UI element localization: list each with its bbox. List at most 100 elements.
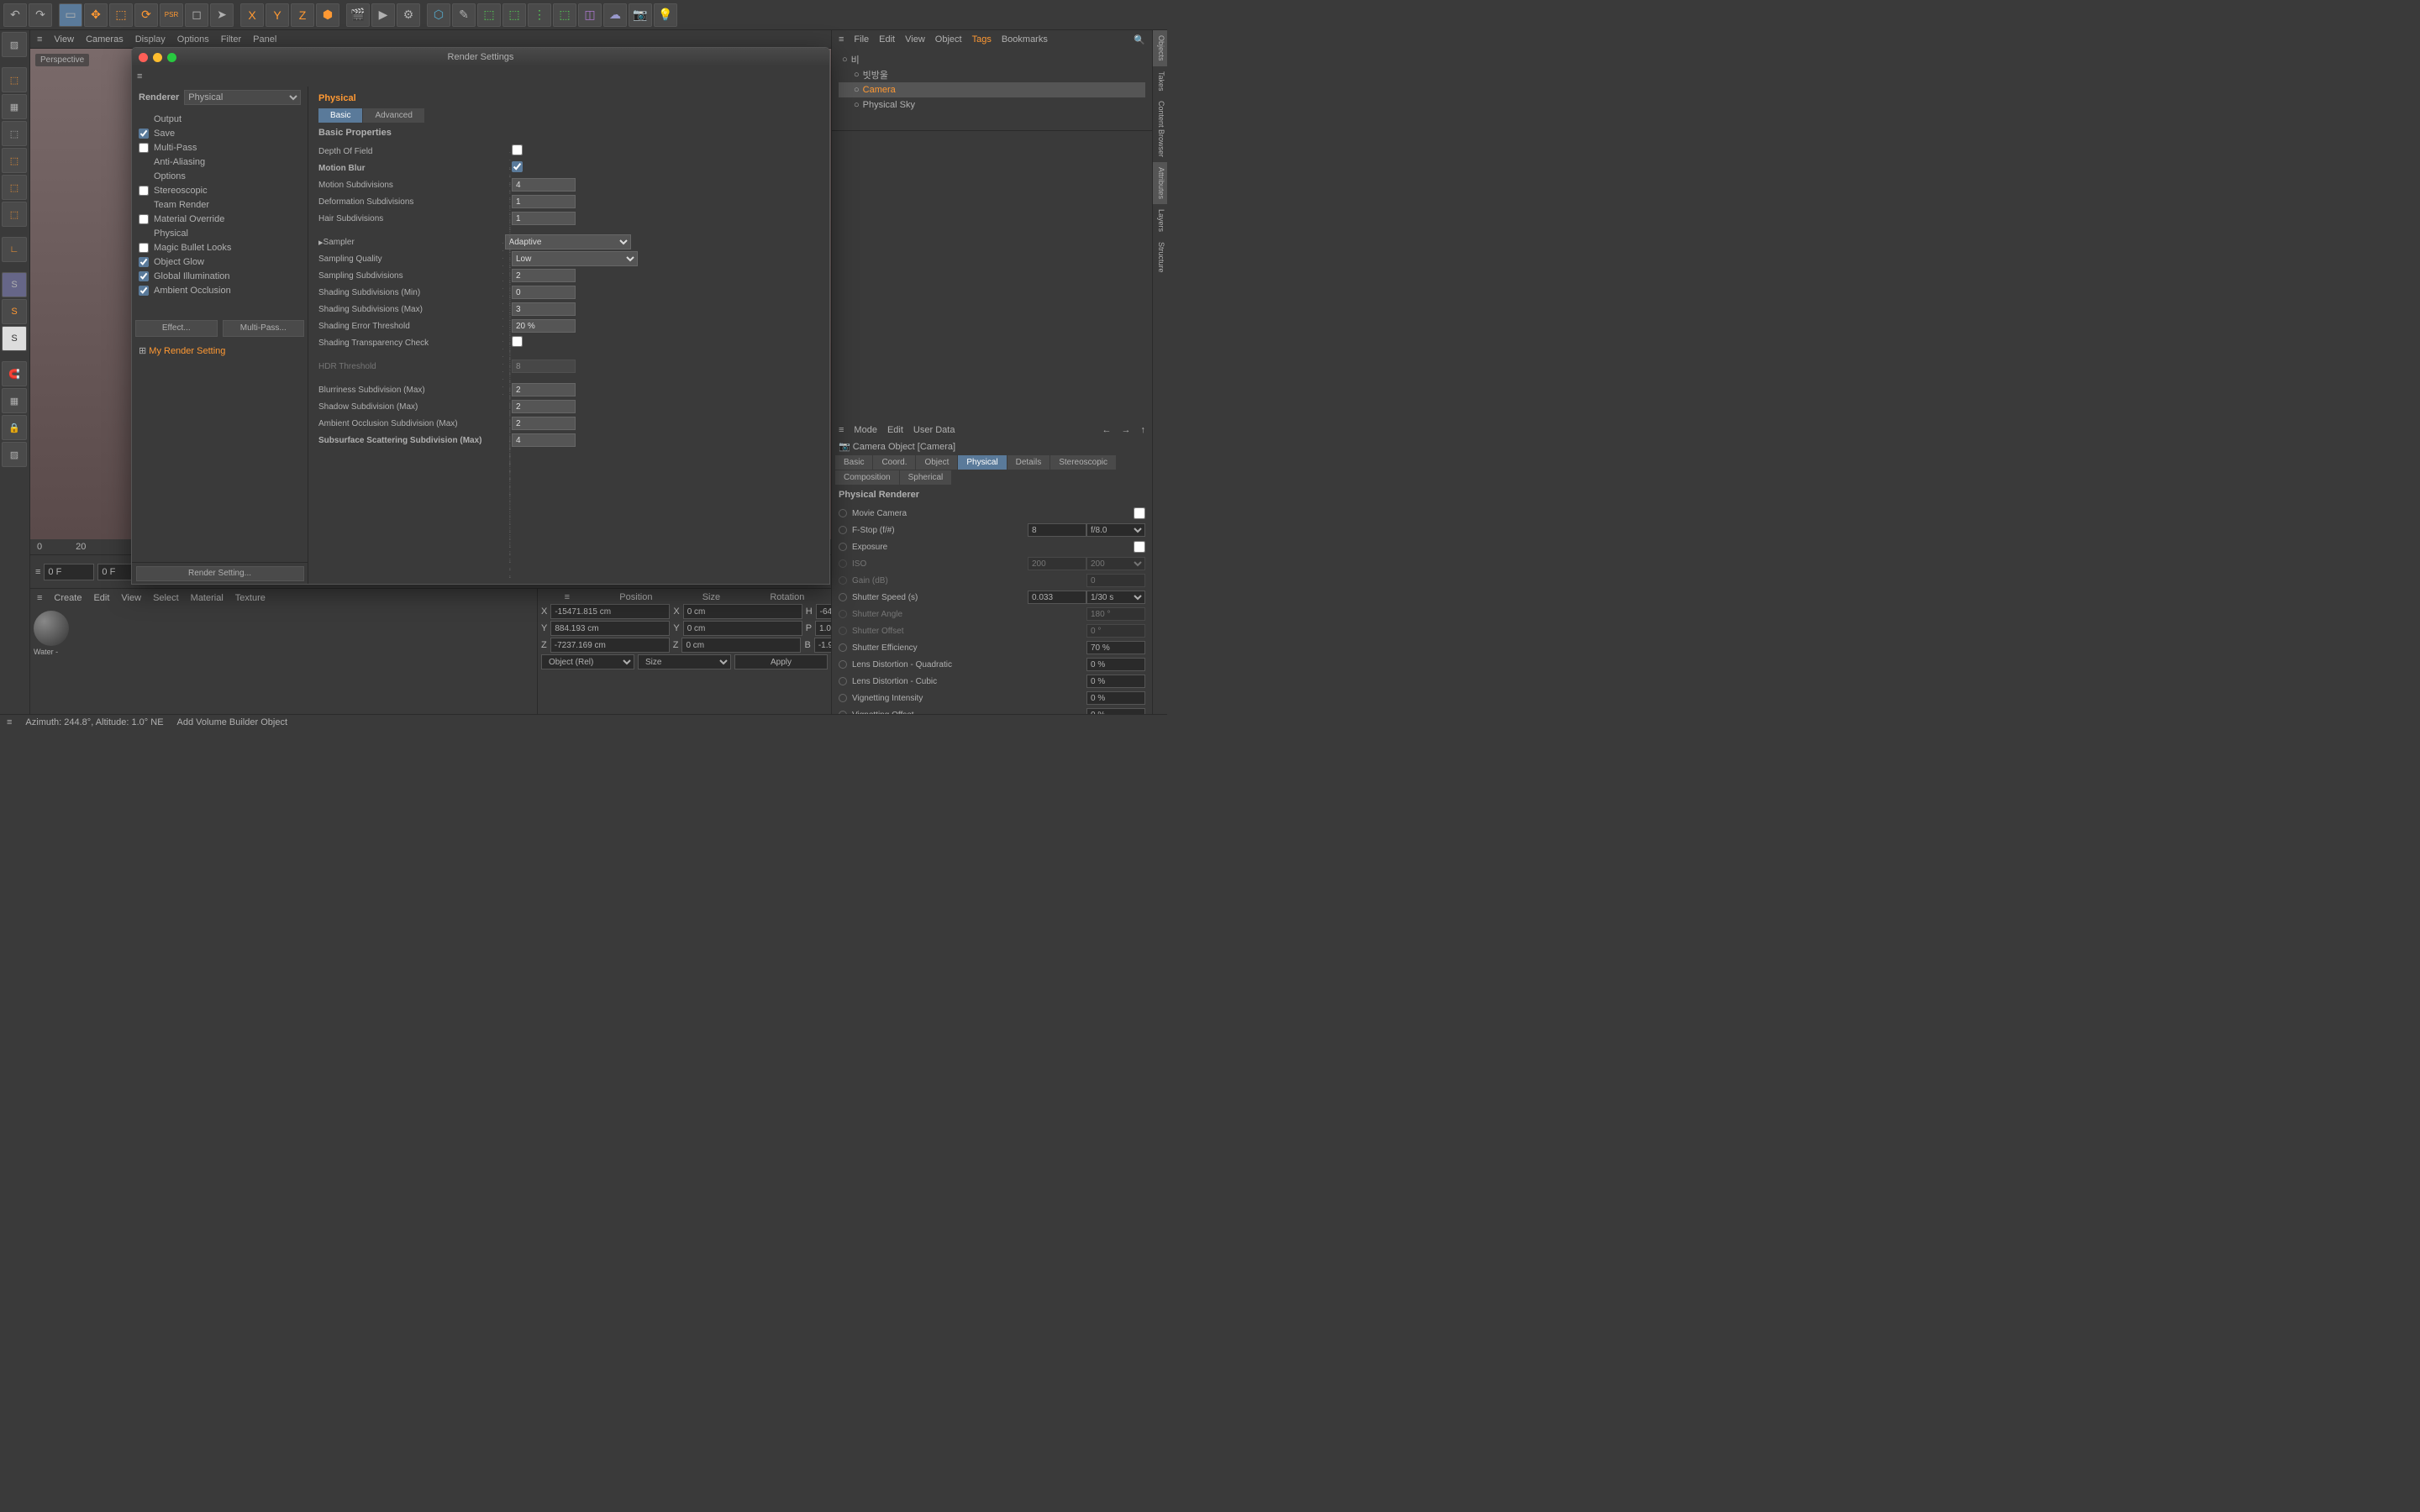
setting-tree-item[interactable]: Options xyxy=(135,169,304,183)
panel-tab[interactable]: Takes xyxy=(1153,66,1167,97)
size-x-input[interactable] xyxy=(683,604,802,619)
attr-input[interactable] xyxy=(1028,557,1086,570)
pen-icon[interactable]: ✎ xyxy=(452,3,476,27)
setting-tree-item[interactable]: Stereoscopic xyxy=(135,183,304,197)
om-edit-menu[interactable]: Edit xyxy=(879,34,895,45)
magnet-icon[interactable]: 🧲 xyxy=(2,361,27,386)
attr-input[interactable] xyxy=(1086,574,1145,587)
minimize-icon[interactable] xyxy=(153,53,162,62)
attr-tab[interactable]: Stereoscopic xyxy=(1050,455,1116,470)
hamburger-icon[interactable]: ≡ xyxy=(565,592,570,602)
attr-input[interactable] xyxy=(1028,523,1086,537)
anim-bullet-icon[interactable] xyxy=(839,543,847,551)
am-mode-menu[interactable]: Mode xyxy=(854,425,877,435)
hamburger-icon[interactable]: ≡ xyxy=(7,717,12,727)
property-select[interactable]: Low xyxy=(512,251,638,266)
anim-bullet-icon[interactable] xyxy=(839,660,847,669)
my-render-setting[interactable]: My Render Setting xyxy=(149,346,225,356)
setting-checkbox[interactable] xyxy=(139,186,149,196)
panel-tab[interactable]: Objects xyxy=(1153,30,1167,66)
hamburger-icon[interactable]: ≡ xyxy=(37,34,42,45)
mat-material-menu[interactable]: Material xyxy=(191,593,224,603)
setting-checkbox[interactable] xyxy=(139,129,149,139)
undo-icon[interactable]: ↶ xyxy=(3,3,27,27)
anim-bullet-icon[interactable] xyxy=(839,643,847,652)
workplane-icon[interactable]: ⬚ xyxy=(2,121,27,146)
property-input[interactable] xyxy=(512,302,576,316)
property-checkbox[interactable] xyxy=(512,161,523,172)
render-settings-icon[interactable]: ⚙ xyxy=(397,3,420,27)
back-icon[interactable]: ← xyxy=(1102,425,1112,435)
hamburger-icon[interactable]: ≡ xyxy=(35,567,40,577)
axis-y-icon[interactable]: Y xyxy=(266,3,289,27)
object-tree-item[interactable]: ○Physical Sky xyxy=(839,97,1145,113)
array-icon[interactable]: ⋮ xyxy=(528,3,551,27)
attr-tab[interactable]: Physical xyxy=(958,455,1006,470)
attr-select[interactable]: 200 xyxy=(1086,557,1145,570)
om-file-menu[interactable]: File xyxy=(854,34,869,45)
property-input[interactable] xyxy=(512,178,576,192)
attr-input[interactable] xyxy=(1086,708,1145,714)
anim-bullet-icon[interactable] xyxy=(839,593,847,601)
mat-texture-menu[interactable]: Texture xyxy=(235,593,266,603)
deformer-icon[interactable]: ◫ xyxy=(578,3,602,27)
model-mode-icon[interactable]: ⬚ xyxy=(2,67,27,92)
anim-bullet-icon[interactable] xyxy=(839,627,847,635)
maximize-icon[interactable] xyxy=(167,53,176,62)
om-bookmarks-menu[interactable]: Bookmarks xyxy=(1002,34,1048,45)
mat-create-menu[interactable]: Create xyxy=(54,593,82,603)
snap-s1-icon[interactable]: S xyxy=(2,272,27,297)
select-tool-icon[interactable]: ▭ xyxy=(59,3,82,27)
axis-icon[interactable]: ∟ xyxy=(2,237,27,262)
pos-x-input[interactable] xyxy=(550,604,670,619)
anim-bullet-icon[interactable] xyxy=(839,677,847,685)
scale-tool-icon[interactable]: ⬚ xyxy=(109,3,133,27)
cube-icon[interactable]: ⬡ xyxy=(427,3,450,27)
mat-edit-menu[interactable]: Edit xyxy=(93,593,109,603)
workplane-planar-icon[interactable]: ▨ xyxy=(2,442,27,467)
last-tool-icon[interactable]: ◻ xyxy=(185,3,208,27)
attr-tab[interactable]: Object xyxy=(916,455,957,470)
camera-icon[interactable]: 📷 xyxy=(629,3,652,27)
setting-checkbox[interactable] xyxy=(139,271,149,281)
setting-checkbox[interactable] xyxy=(139,257,149,267)
axis-x-icon[interactable]: X xyxy=(240,3,264,27)
hamburger-icon[interactable]: ≡ xyxy=(137,71,142,81)
setting-tree-item[interactable]: Team Render xyxy=(135,197,304,212)
setting-tree-item[interactable]: Ambient Occlusion xyxy=(135,283,304,297)
render-picture-icon[interactable]: ▶ xyxy=(371,3,395,27)
instance-icon[interactable]: ⬚ xyxy=(553,3,576,27)
property-input[interactable] xyxy=(512,417,576,430)
cameras-menu[interactable]: Cameras xyxy=(86,34,124,45)
property-select[interactable]: Adaptive xyxy=(505,234,631,249)
property-checkbox[interactable] xyxy=(512,336,523,347)
anim-bullet-icon[interactable] xyxy=(839,610,847,618)
property-input[interactable] xyxy=(512,319,576,333)
property-input[interactable] xyxy=(512,269,576,282)
render-setting-button[interactable]: Render Setting... xyxy=(136,566,304,581)
cursor-icon[interactable]: ➤ xyxy=(210,3,234,27)
size-y-input[interactable] xyxy=(683,621,802,636)
expand-icon[interactable]: ⊞ xyxy=(139,346,146,356)
mat-select-menu[interactable]: Select xyxy=(153,593,179,603)
pos-y-input[interactable] xyxy=(550,621,670,636)
move-tool-icon[interactable]: ✥ xyxy=(84,3,108,27)
psr-tool-icon[interactable]: PSR xyxy=(160,3,183,27)
hamburger-icon[interactable]: ≡ xyxy=(37,593,42,603)
setting-checkbox[interactable] xyxy=(139,286,149,296)
redo-icon[interactable]: ↷ xyxy=(29,3,52,27)
effect-button[interactable]: Effect... xyxy=(135,320,218,337)
property-input[interactable] xyxy=(512,212,576,225)
forward-icon[interactable]: → xyxy=(1122,425,1131,435)
property-input[interactable] xyxy=(512,195,576,208)
multipass-button[interactable]: Multi-Pass... xyxy=(223,320,305,337)
renderer-select[interactable]: Physical xyxy=(184,90,301,105)
setting-tree-item[interactable]: Magic Bullet Looks xyxy=(135,240,304,255)
setting-tree-item[interactable]: Material Override xyxy=(135,212,304,226)
hamburger-icon[interactable]: ≡ xyxy=(839,34,844,45)
axis-z-icon[interactable]: Z xyxy=(291,3,314,27)
om-view-menu[interactable]: View xyxy=(905,34,925,45)
options-menu[interactable]: Options xyxy=(177,34,209,45)
object-tree-item[interactable]: ○비 xyxy=(839,52,1145,67)
attr-select[interactable]: f/8.0 xyxy=(1086,523,1145,537)
